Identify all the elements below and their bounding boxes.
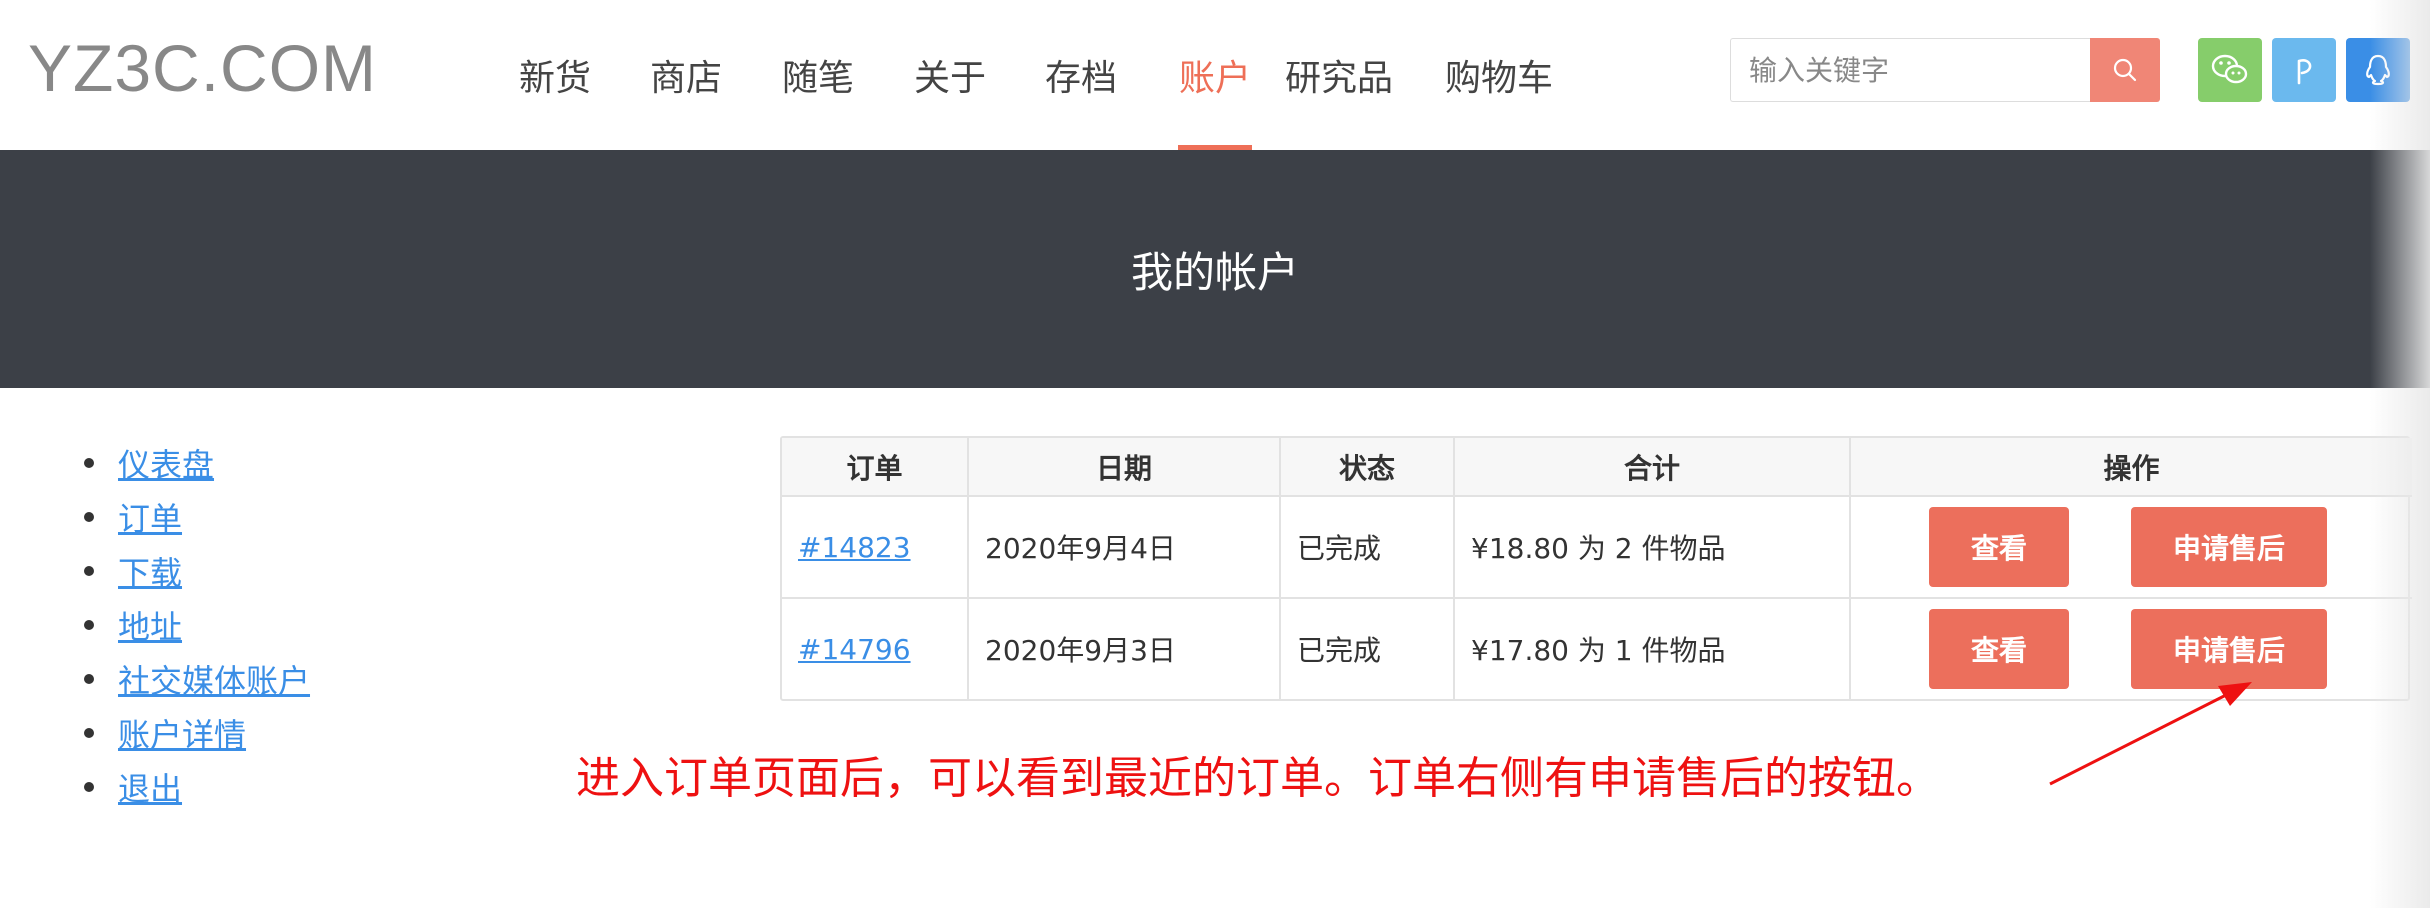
table-row: #14823 2020年9月4日 已完成 ¥18.80 为 2 件物品 查看 申… xyxy=(782,496,2412,599)
main-nav: 新货 商店 随笔 关于 存档 账户 研究品 购物车 xyxy=(490,0,1604,150)
order-date-cell: 2020年9月4日 xyxy=(968,496,1281,599)
sidebar-item-dashboard: 仪表盘 xyxy=(78,436,310,490)
search-box xyxy=(1730,38,2160,102)
sidebar-link-orders[interactable]: 订单 xyxy=(118,494,182,540)
view-order-button[interactable]: 查看 xyxy=(1929,507,2069,587)
sidebar-link-details[interactable]: 账户详情 xyxy=(118,710,246,756)
column-header-status: 状态 xyxy=(1280,438,1455,497)
order-number-link[interactable]: #14796 xyxy=(798,633,911,666)
column-header-total: 合计 xyxy=(1454,438,1851,497)
page-banner: 我的帐户 xyxy=(0,150,2430,388)
order-date-cell: 2020年9月3日 xyxy=(968,598,1281,699)
sidebar-item-addresses: 地址 xyxy=(78,598,310,652)
orders-table: 订单 日期 状态 合计 操作 #14823 2020年9月4日 已完成 ¥18.… xyxy=(782,438,2412,699)
column-header-actions: 操作 xyxy=(1850,438,2412,497)
sidebar-item-orders: 订单 xyxy=(78,490,310,544)
order-total-cell: ¥18.80 为 2 件物品 xyxy=(1454,496,1851,599)
nav-item-shop[interactable]: 商店 xyxy=(620,0,752,150)
nav-item-research[interactable]: 研究品 xyxy=(1284,0,1394,150)
view-order-button[interactable]: 查看 xyxy=(1929,609,2069,689)
wechat-icon xyxy=(2211,54,2248,84)
after-sale-button[interactable]: 申请售后 xyxy=(2131,507,2327,587)
column-header-date: 日期 xyxy=(968,438,1281,497)
site-logo[interactable]: YZ3C.COM xyxy=(28,30,377,106)
order-actions-cell: 查看 申请售后 xyxy=(1850,598,2412,699)
search-button[interactable] xyxy=(2090,38,2160,102)
weibo-button[interactable] xyxy=(2272,38,2336,102)
orders-table-wrapper: 订单 日期 状态 合计 操作 #14823 2020年9月4日 已完成 ¥18.… xyxy=(780,436,2412,701)
order-status-cell: 已完成 xyxy=(1280,496,1455,599)
order-number-cell: #14823 xyxy=(782,496,969,599)
sidebar-item-logout: 退出 xyxy=(78,760,310,814)
sidebar-item-downloads: 下载 xyxy=(78,544,310,598)
nav-item-notes[interactable]: 随笔 xyxy=(752,0,884,150)
weibo-p-icon xyxy=(2297,59,2312,85)
sidebar-item-details: 账户详情 xyxy=(78,706,310,760)
order-actions-cell: 查看 申请售后 xyxy=(1850,496,2412,599)
account-sidebar: 仪表盘 订单 下载 地址 社交媒体账户 账户详情 退出 xyxy=(78,436,310,814)
sidebar-link-downloads[interactable]: 下载 xyxy=(118,548,182,594)
sidebar-link-social[interactable]: 社交媒体账户 xyxy=(118,656,310,702)
sidebar-item-social: 社交媒体账户 xyxy=(78,652,310,706)
nav-item-new[interactable]: 新货 xyxy=(490,0,620,150)
nav-item-account[interactable]: 账户 xyxy=(1178,0,1252,150)
site-header: YZ3C.COM 新货 商店 随笔 关于 存档 账户 研究品 购物车 xyxy=(0,0,2430,150)
order-total-cell: ¥17.80 为 1 件物品 xyxy=(1454,598,1851,699)
sidebar-link-addresses[interactable]: 地址 xyxy=(118,602,182,648)
table-row: #14796 2020年9月3日 已完成 ¥17.80 为 1 件物品 查看 申… xyxy=(782,598,2412,699)
search-icon xyxy=(2113,58,2137,82)
search-input[interactable] xyxy=(1730,38,2090,102)
order-number-cell: #14796 xyxy=(782,598,969,699)
order-status-cell: 已完成 xyxy=(1280,598,1455,699)
table-header-row: 订单 日期 状态 合计 操作 xyxy=(782,438,2412,497)
qq-button[interactable] xyxy=(2346,38,2410,102)
nav-item-cart[interactable]: 购物车 xyxy=(1394,0,1604,150)
column-header-order: 订单 xyxy=(782,438,969,497)
nav-item-archive[interactable]: 存档 xyxy=(1016,0,1146,150)
qq-icon xyxy=(2366,54,2390,86)
sidebar-link-logout[interactable]: 退出 xyxy=(118,764,182,810)
page-title: 我的帐户 xyxy=(1130,247,1299,297)
after-sale-button[interactable]: 申请售后 xyxy=(2131,609,2327,689)
wechat-button[interactable] xyxy=(2198,38,2262,102)
annotation-text: 进入订单页面后，可以看到最近的订单。订单右侧有申请售后的按钮。 xyxy=(576,753,1940,804)
order-number-link[interactable]: #14823 xyxy=(798,531,911,564)
sidebar-link-dashboard[interactable]: 仪表盘 xyxy=(118,440,214,486)
nav-item-about[interactable]: 关于 xyxy=(884,0,1016,150)
